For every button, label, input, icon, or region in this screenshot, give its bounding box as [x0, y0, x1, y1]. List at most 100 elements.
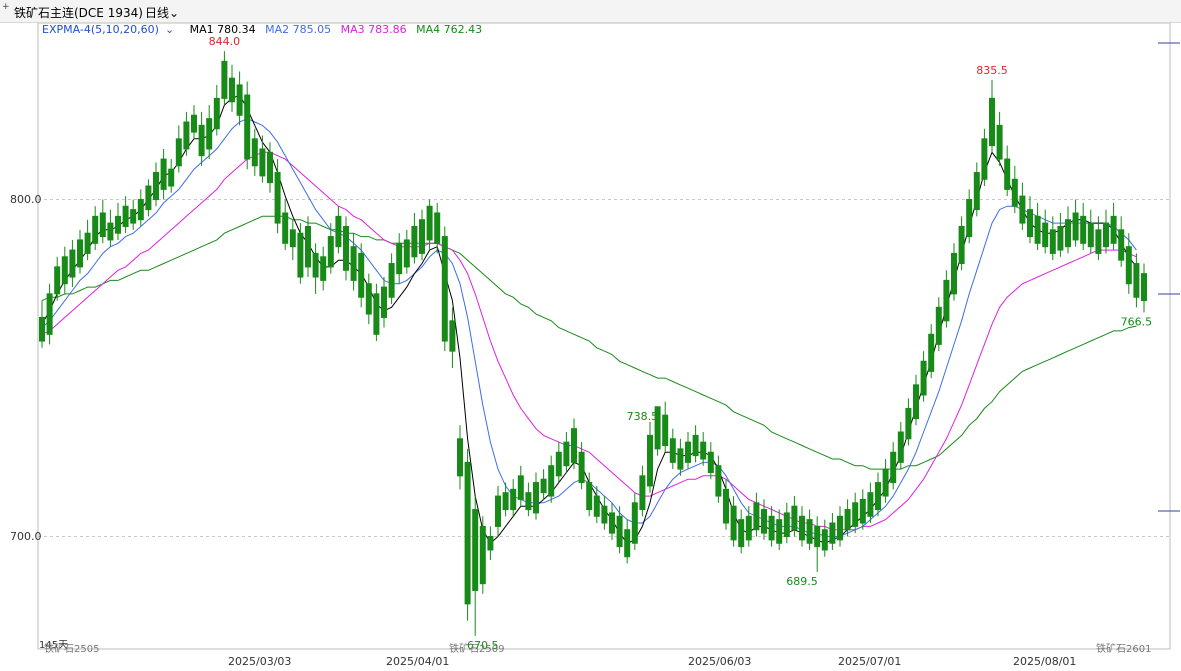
candle-body-down	[115, 215, 121, 234]
candle-129	[1019, 182, 1026, 230]
price-annotation: 689.5	[786, 575, 818, 588]
candle-105	[837, 506, 843, 547]
candle-body-down	[609, 512, 615, 534]
candle-body-down	[1125, 246, 1132, 285]
candle-125	[989, 79, 995, 153]
candle-7	[92, 206, 99, 251]
candle-body-down	[951, 252, 957, 295]
candle-body-down	[419, 219, 425, 254]
candle-body-down	[388, 263, 395, 298]
candle-body-down	[122, 205, 129, 227]
candle-body-down	[1095, 229, 1102, 254]
candle-67	[548, 455, 555, 503]
candle-body-down	[107, 222, 114, 241]
price-annotations: 844.0670.5738.5689.5835.5766.5	[209, 35, 1153, 652]
candle-body-down	[145, 185, 152, 211]
candle-body-down	[312, 252, 319, 278]
candle-body-down	[221, 60, 228, 99]
candle-body-down	[327, 236, 334, 268]
candle-55	[457, 425, 463, 490]
candle-84	[677, 438, 684, 476]
candle-56	[464, 448, 471, 621]
candle-body-down	[814, 525, 821, 548]
candle-44	[373, 283, 380, 342]
candle-body-down	[943, 279, 950, 322]
candle-14	[145, 179, 152, 217]
candle-101	[806, 509, 813, 550]
candle-body-down	[578, 451, 585, 484]
candle-body-down	[403, 239, 410, 268]
candle-116	[920, 351, 927, 402]
candle-body-down	[358, 252, 365, 298]
candle-body-down	[274, 172, 281, 224]
candle-body-down	[229, 77, 235, 103]
candle-93	[745, 506, 752, 547]
candle-110	[875, 472, 881, 517]
candle-22	[206, 105, 213, 160]
candle-64	[525, 482, 532, 517]
candle-25	[229, 64, 235, 112]
candle-body-down	[472, 509, 479, 591]
candle-body-down	[631, 502, 638, 544]
candle-body-down	[525, 492, 532, 511]
candle-12	[130, 199, 137, 230]
candle-70	[571, 418, 577, 470]
x-tick-label-0303: 2025/03/03	[228, 655, 292, 668]
candle-37	[320, 246, 327, 291]
candle-body-down	[1042, 222, 1049, 248]
candle-body-down	[297, 232, 304, 278]
candle-body-down	[137, 199, 144, 221]
period-dropdown[interactable]: 日线⌄	[145, 4, 179, 21]
candle-body-down	[479, 525, 486, 585]
candle-114	[905, 398, 912, 446]
candle-body-down	[487, 536, 494, 551]
candle-123	[973, 162, 980, 217]
candle-body-down	[434, 212, 441, 244]
indicator-name[interactable]: EXPMA-4(5,10,20,60) ⌄	[42, 23, 180, 36]
right-axis-markers	[1158, 42, 1180, 512]
candle-body-down	[510, 488, 517, 511]
candle-80	[647, 421, 653, 493]
expand-icon[interactable]: +	[2, 2, 10, 12]
price-annotation: 766.5	[1121, 315, 1153, 328]
candle-43	[365, 273, 372, 325]
candle-122	[966, 189, 973, 244]
candle-108	[859, 489, 866, 530]
candle-body-down	[183, 121, 190, 150]
candle-body-down	[806, 519, 813, 544]
candle-body-down	[1011, 178, 1018, 207]
candle-52	[434, 202, 441, 254]
candle-body-down	[601, 505, 608, 524]
candle-18	[175, 125, 182, 173]
candle-135	[1065, 206, 1071, 254]
candle-24	[221, 51, 228, 106]
candle-body-down	[305, 225, 311, 268]
candle-body-down	[1019, 195, 1026, 224]
candle-92	[738, 509, 745, 554]
candle-body-down	[259, 148, 266, 177]
candle-body-down	[776, 519, 783, 544]
candle-74	[601, 496, 608, 530]
candle-body-down	[1141, 273, 1147, 302]
candle-98	[783, 502, 790, 544]
candle-body-down	[875, 482, 881, 511]
candle-15	[153, 162, 159, 207]
candle-body-down	[533, 482, 539, 514]
candle-138	[1087, 209, 1094, 254]
candle-body-down	[1034, 215, 1041, 244]
ma3-value: MA3 783.86	[340, 23, 407, 36]
candle-body-down	[935, 306, 942, 345]
candle-body-down	[175, 138, 182, 167]
candle-97	[776, 509, 783, 550]
candle-69	[563, 432, 570, 473]
candle-body-down	[1072, 212, 1079, 241]
x-tick-label-0603: 2025/06/03	[688, 655, 752, 668]
candle-body-down	[198, 124, 205, 157]
candle-31	[274, 159, 281, 234]
candle-128	[1011, 165, 1018, 213]
candle-body-down	[320, 256, 327, 281]
candle-8	[99, 199, 106, 244]
candle-body-down	[61, 256, 68, 285]
candle-body-down	[1080, 215, 1087, 244]
candle-body-down	[426, 205, 433, 241]
